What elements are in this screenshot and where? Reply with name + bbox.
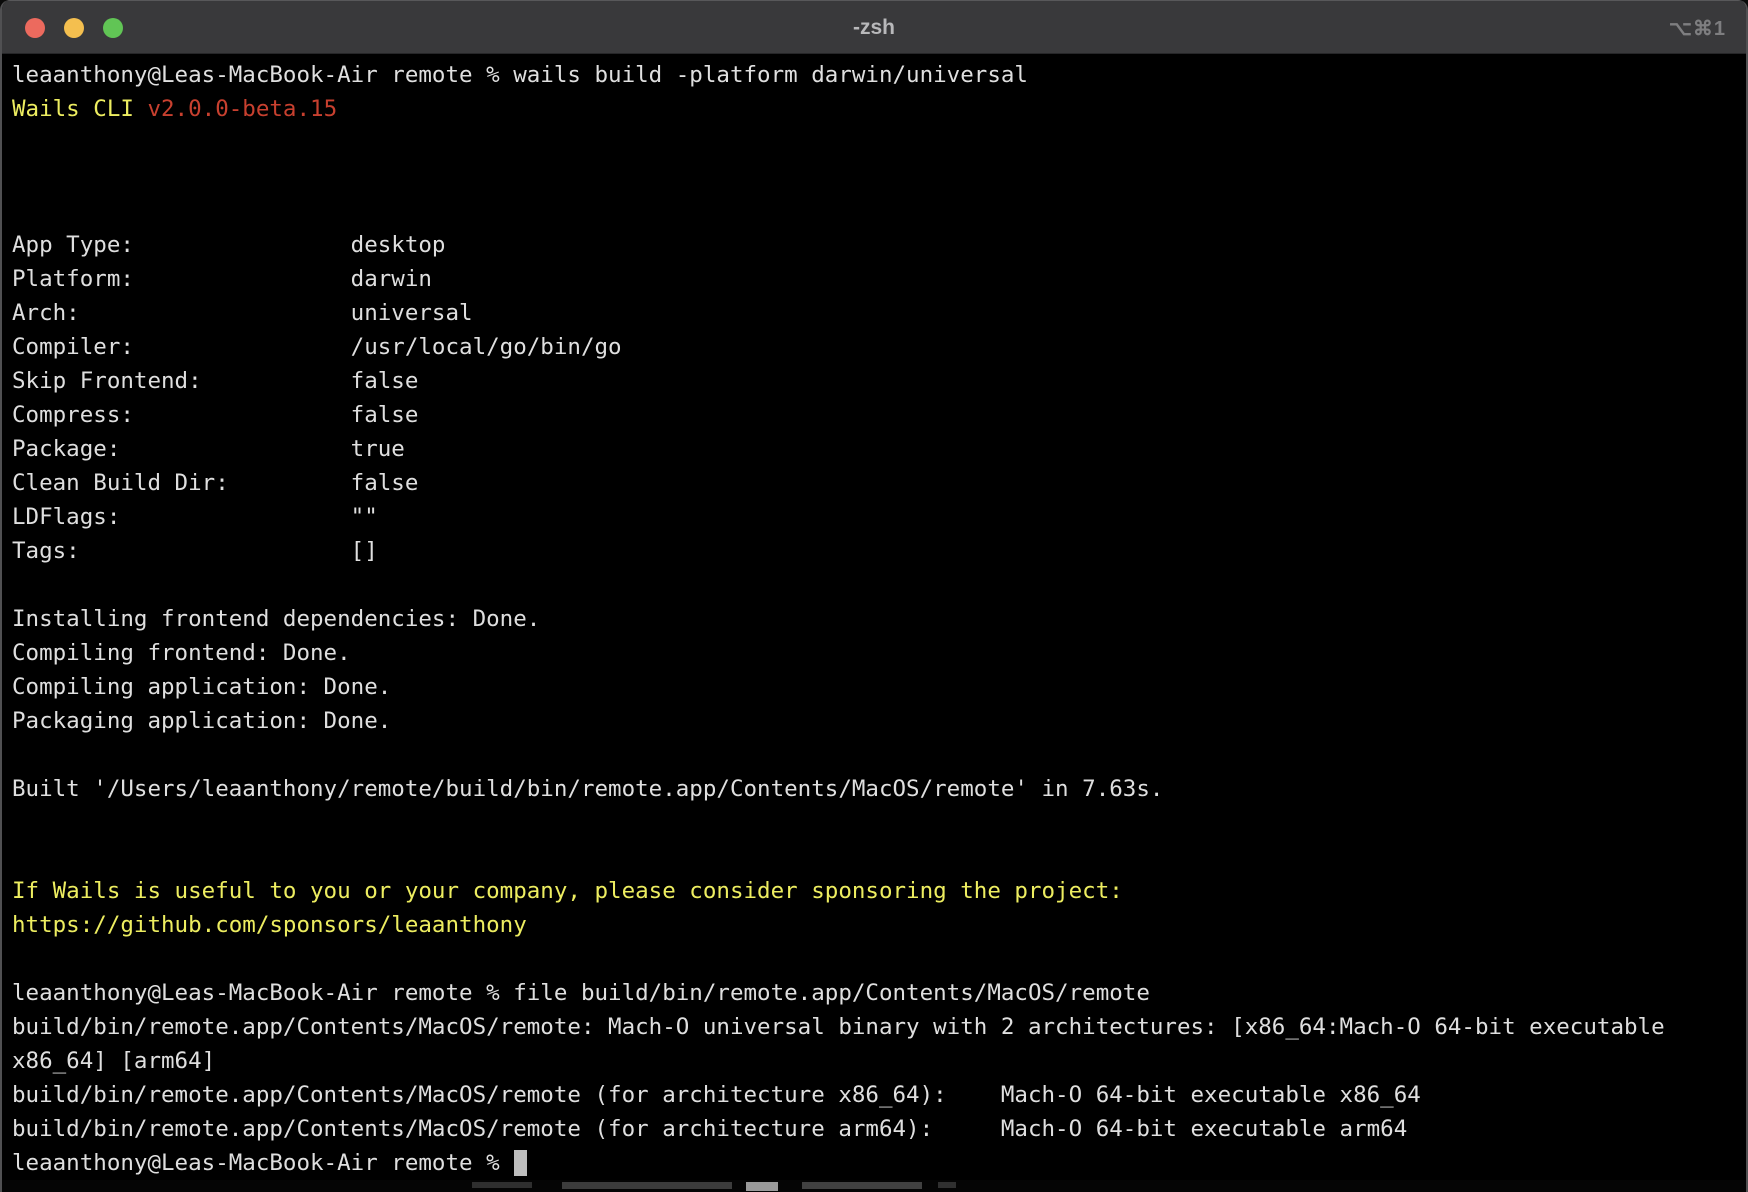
occluded-window-fragment: [562, 1182, 732, 1189]
terminal-text: Package: true: [12, 436, 405, 462]
terminal-text: Clean Build Dir: false: [12, 470, 418, 496]
terminal-text: Skip Frontend: false: [12, 368, 418, 394]
terminal-text: build/bin/remote.app/Contents/MacOS/remo…: [12, 1116, 1407, 1142]
background-window-sliver: [2, 1180, 1746, 1192]
occluded-window-fragment: [802, 1182, 922, 1189]
terminal-line: [12, 738, 1736, 772]
terminal-line: Arch: universal: [12, 296, 1736, 330]
terminal-line: Skip Frontend: false: [12, 364, 1736, 398]
terminal-line: Compiling frontend: Done.: [12, 636, 1736, 670]
terminal-text: Compress: false: [12, 402, 418, 428]
terminal-line: [12, 126, 1736, 160]
terminal-text: https://github.com/sponsors/leaanthony: [12, 912, 527, 938]
terminal-line: x86_64] [arm64]: [12, 1044, 1736, 1078]
traffic-lights: [25, 18, 123, 38]
terminal-line: [12, 160, 1736, 194]
terminal-text: Compiler: /usr/local/go/bin/go: [12, 334, 622, 360]
terminal-text: build/bin/remote.app/Contents/MacOS/remo…: [12, 1082, 1421, 1108]
terminal-text: build/bin/remote.app/Contents/MacOS/remo…: [12, 1014, 1665, 1040]
terminal-line: Packaging application: Done.: [12, 704, 1736, 738]
terminal-text: Built '/Users/leaanthony/remote/build/bi…: [12, 776, 1163, 802]
terminal-text: x86_64] [arm64]: [12, 1048, 215, 1074]
terminal-text: Arch: universal: [12, 300, 473, 326]
terminal-line: [12, 840, 1736, 874]
terminal-text: Compiling frontend: Done.: [12, 640, 351, 666]
terminal-line: App Type: desktop: [12, 228, 1736, 262]
terminal-line: Installing frontend dependencies: Done.: [12, 602, 1736, 636]
terminal-line: Compress: false: [12, 398, 1736, 432]
terminal-line: Compiler: /usr/local/go/bin/go: [12, 330, 1736, 364]
terminal-line: Clean Build Dir: false: [12, 466, 1736, 500]
terminal-text: leaanthony@Leas-MacBook-Air remote % fil…: [12, 980, 1150, 1006]
terminal-line: Package: true: [12, 432, 1736, 466]
terminal-window: -zsh ⌥⌘1 leaanthony@Leas-MacBook-Air rem…: [0, 0, 1748, 1192]
terminal-cursor: [514, 1150, 527, 1176]
terminal-text: Packaging application: Done.: [12, 708, 391, 734]
terminal-text: Tags: []: [12, 538, 378, 564]
terminal-line: build/bin/remote.app/Contents/MacOS/remo…: [12, 1010, 1736, 1044]
terminal-line: Compiling application: Done.: [12, 670, 1736, 704]
terminal-line: [12, 806, 1736, 840]
window-shortcut-badge: ⌥⌘1: [1669, 1, 1726, 55]
terminal-line: build/bin/remote.app/Contents/MacOS/remo…: [12, 1112, 1736, 1146]
terminal-line: Platform: darwin: [12, 262, 1736, 296]
terminal-text: v2.0.0-beta.15: [147, 96, 337, 122]
terminal-text: leaanthony@Leas-MacBook-Air remote %: [12, 1150, 513, 1176]
terminal-line: [12, 942, 1736, 976]
occluded-window-fragment: [938, 1182, 956, 1188]
terminal-text: LDFlags: "": [12, 504, 378, 530]
minimize-button[interactable]: [64, 18, 84, 38]
close-button[interactable]: [25, 18, 45, 38]
terminal-text: Compiling application: Done.: [12, 674, 391, 700]
titlebar[interactable]: -zsh ⌥⌘1: [2, 0, 1746, 54]
occluded-window-fragment: [746, 1182, 778, 1191]
occluded-window-fragment: [472, 1182, 532, 1188]
terminal-text: Wails CLI: [12, 96, 147, 122]
terminal-line: leaanthony@Leas-MacBook-Air remote % wai…: [12, 58, 1736, 92]
terminal-line: leaanthony@Leas-MacBook-Air remote %: [12, 1146, 1736, 1180]
terminal-line: [12, 568, 1736, 602]
terminal-text: App Type: desktop: [12, 232, 445, 258]
terminal-text: If Wails is useful to you or your compan…: [12, 878, 1123, 904]
window-title: -zsh: [2, 1, 1746, 55]
terminal-line: leaanthony@Leas-MacBook-Air remote % fil…: [12, 976, 1736, 1010]
terminal-text: Platform: darwin: [12, 266, 432, 292]
terminal-text: Installing frontend dependencies: Done.: [12, 606, 540, 632]
terminal-line: Built '/Users/leaanthony/remote/build/bi…: [12, 772, 1736, 806]
terminal-text: leaanthony@Leas-MacBook-Air remote % wai…: [12, 62, 1028, 88]
terminal-line: Tags: []: [12, 534, 1736, 568]
terminal-line: Wails CLI v2.0.0-beta.15: [12, 92, 1736, 126]
zoom-button[interactable]: [103, 18, 123, 38]
terminal-line: build/bin/remote.app/Contents/MacOS/remo…: [12, 1078, 1736, 1112]
terminal-line: https://github.com/sponsors/leaanthony: [12, 908, 1736, 942]
terminal-body[interactable]: leaanthony@Leas-MacBook-Air remote % wai…: [2, 54, 1746, 1180]
terminal-line: LDFlags: "": [12, 500, 1736, 534]
terminal-line: [12, 194, 1736, 228]
terminal-line: If Wails is useful to you or your compan…: [12, 874, 1736, 908]
